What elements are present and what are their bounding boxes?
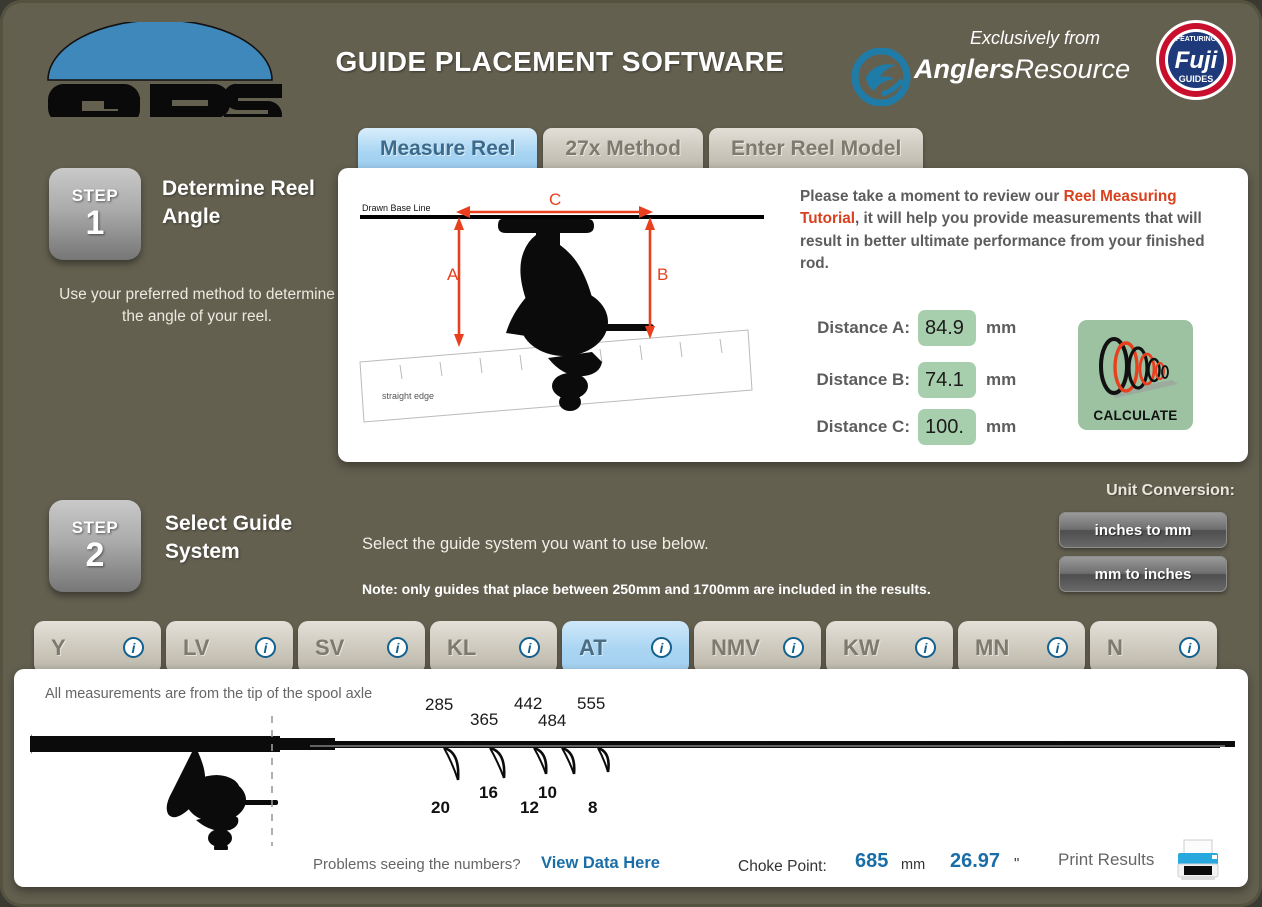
view-data-here-link[interactable]: View Data Here xyxy=(541,854,660,873)
distance-b-label: Distance B: xyxy=(816,370,910,389)
fuji-badge-icon: FEATURING Fuji GUIDES xyxy=(1156,20,1236,100)
brand-bold: Anglers xyxy=(914,54,1015,84)
choke-point-inches-unit: " xyxy=(1014,855,1020,872)
distance-b-row: Distance B: mm xyxy=(800,362,1016,398)
distance-b-input[interactable] xyxy=(918,362,976,398)
tutorial-text: Please take a moment to review our Reel … xyxy=(800,186,1220,276)
info-icon[interactable]: i xyxy=(519,637,540,658)
info-icon[interactable]: i xyxy=(651,637,672,658)
printer-icon[interactable] xyxy=(1172,838,1224,884)
anglers-resource-mark-icon xyxy=(852,48,911,106)
svg-text:GUIDES: GUIDES xyxy=(1179,74,1214,84)
info-icon[interactable]: i xyxy=(915,637,936,658)
anglers-resource-wordmark: AnglersResource xyxy=(914,54,1130,85)
gps-logo-icon xyxy=(47,22,282,117)
step-1-subtitle: Use your preferred method to determine t… xyxy=(59,286,335,326)
tab-27x-method[interactable]: 27x Method xyxy=(543,128,703,170)
svg-text:FEATURING: FEATURING xyxy=(1176,36,1217,43)
info-icon[interactable]: i xyxy=(1047,637,1068,658)
guide-system-mn-label: MN xyxy=(975,634,1010,660)
guide-system-lv-label: LV xyxy=(183,634,210,660)
step-2-note: Note: only guides that place between 250… xyxy=(362,581,931,597)
distance-b-unit: mm xyxy=(986,370,1017,389)
tutorial-part2: , it will help you provide measurements … xyxy=(800,210,1205,273)
guide-system-sv[interactable]: SV i xyxy=(298,621,425,674)
fuji-guides-badge: FEATURING Fuji GUIDES xyxy=(1155,19,1237,101)
guide-system-n-label: N xyxy=(1107,634,1123,660)
tutorial-part1: Please take a moment to review our xyxy=(800,188,1064,205)
step-1-badge: STEP 1 xyxy=(49,168,141,260)
guide-system-kw[interactable]: KW i xyxy=(826,621,953,674)
guide-system-y[interactable]: Y i xyxy=(34,621,161,674)
choke-point-inches-value: 26.97 xyxy=(950,850,1001,872)
rod-guide-diagram-icon xyxy=(30,716,1262,854)
mm-to-inches-button[interactable]: mm to inches xyxy=(1059,556,1227,592)
svg-text:Fuji: Fuji xyxy=(1175,47,1219,74)
info-icon[interactable]: i xyxy=(1179,637,1200,658)
straight-edge-label: straight edge xyxy=(382,391,434,401)
distance-a-unit: mm xyxy=(986,318,1017,337)
guide-system-lv[interactable]: LV i xyxy=(166,621,293,674)
anglers-resource-logo: AnglersResource xyxy=(852,48,1142,106)
step-2-word: STEP xyxy=(71,518,119,538)
page-title: GUIDE PLACEMENT SOFTWARE xyxy=(335,46,785,77)
guide-system-nmv-label: NMV xyxy=(711,634,760,660)
guide-system-mn[interactable]: MN i xyxy=(958,621,1085,674)
exclusively-from-label: Exclusively from xyxy=(969,28,1101,48)
step-2-title: Select Guide System xyxy=(165,512,293,564)
guide-system-kw-label: KW xyxy=(843,634,880,660)
tab-enter-reel-model[interactable]: Enter Reel Model xyxy=(708,128,924,170)
distance-a-input[interactable] xyxy=(918,310,976,346)
choke-point-mm-value: 685 xyxy=(855,850,889,872)
distance-a-label: Distance A: xyxy=(817,318,910,337)
guide-system-at[interactable]: AT i xyxy=(562,621,689,674)
distance-c-input[interactable] xyxy=(918,409,976,445)
print-results-label[interactable]: Print Results xyxy=(1058,850,1154,870)
rod-guide-diagram xyxy=(20,700,1262,854)
distance-c-row: Distance C: mm xyxy=(800,409,1016,445)
unit-conversion-title: Unit Conversion: xyxy=(1106,482,1235,499)
guide-system-kl[interactable]: KL i xyxy=(430,621,557,674)
info-icon[interactable]: i xyxy=(783,637,804,658)
choke-point-mm-unit: mm xyxy=(901,857,926,873)
app-window: GUIDE PLACEMENT SOFTWARE Exclusively fro… xyxy=(0,0,1262,907)
guide-system-n[interactable]: N i xyxy=(1090,621,1217,674)
step-2-number: 2 xyxy=(85,536,105,575)
guide-system-buttons: Y i LV i SV i KL i AT i NMV i KW i MN i xyxy=(34,621,1217,674)
info-icon[interactable]: i xyxy=(387,637,408,658)
step-2-badge: STEP 2 xyxy=(49,500,141,592)
guide-system-y-label: Y xyxy=(51,634,66,660)
step-1-number: 1 xyxy=(85,204,105,243)
guide-system-kl-label: KL xyxy=(447,634,477,660)
inches-to-mm-button[interactable]: inches to mm xyxy=(1059,512,1227,548)
method-tabs: Measure Reel 27x Method Enter Reel Model xyxy=(358,128,924,170)
distance-a-row: Distance A: mm xyxy=(800,310,1016,346)
base-line-label: Drawn Base Line xyxy=(362,203,431,213)
reel-measure-diagram-icon: straight edge Drawn Base Line A B C xyxy=(359,190,764,423)
guide-system-at-label: AT xyxy=(579,634,607,660)
info-icon[interactable]: i xyxy=(123,637,144,658)
reel-measure-diagram: straight edge Drawn Base Line A B C xyxy=(352,190,772,425)
calculate-label: CALCULATE xyxy=(1093,408,1178,423)
info-icon[interactable]: i xyxy=(255,637,276,658)
tab-measure-reel[interactable]: Measure Reel xyxy=(358,128,538,170)
calculate-button[interactable]: CALCULATE xyxy=(1078,320,1193,430)
step-1-word: STEP xyxy=(71,186,119,206)
step-1-title: Determine Reel Angle xyxy=(162,177,315,229)
choke-point-label: Choke Point: xyxy=(738,858,827,875)
problems-seeing-numbers-text: Problems seeing the numbers? xyxy=(313,856,521,873)
dim-b-label: B xyxy=(657,265,668,284)
dim-c-label: C xyxy=(549,190,561,209)
printer-icon-glyph xyxy=(1177,839,1219,880)
step-2-subtitle: Select the guide system you want to use … xyxy=(362,535,709,553)
distance-c-label: Distance C: xyxy=(816,417,910,436)
guide-system-sv-label: SV xyxy=(315,634,345,660)
guide-system-nmv[interactable]: NMV i xyxy=(694,621,821,674)
gps-logo xyxy=(40,22,285,117)
guide-rings-icon xyxy=(1098,337,1178,398)
dim-a-label: A xyxy=(447,265,459,284)
distance-c-unit: mm xyxy=(986,417,1017,436)
brand-light: Resource xyxy=(1014,54,1131,84)
